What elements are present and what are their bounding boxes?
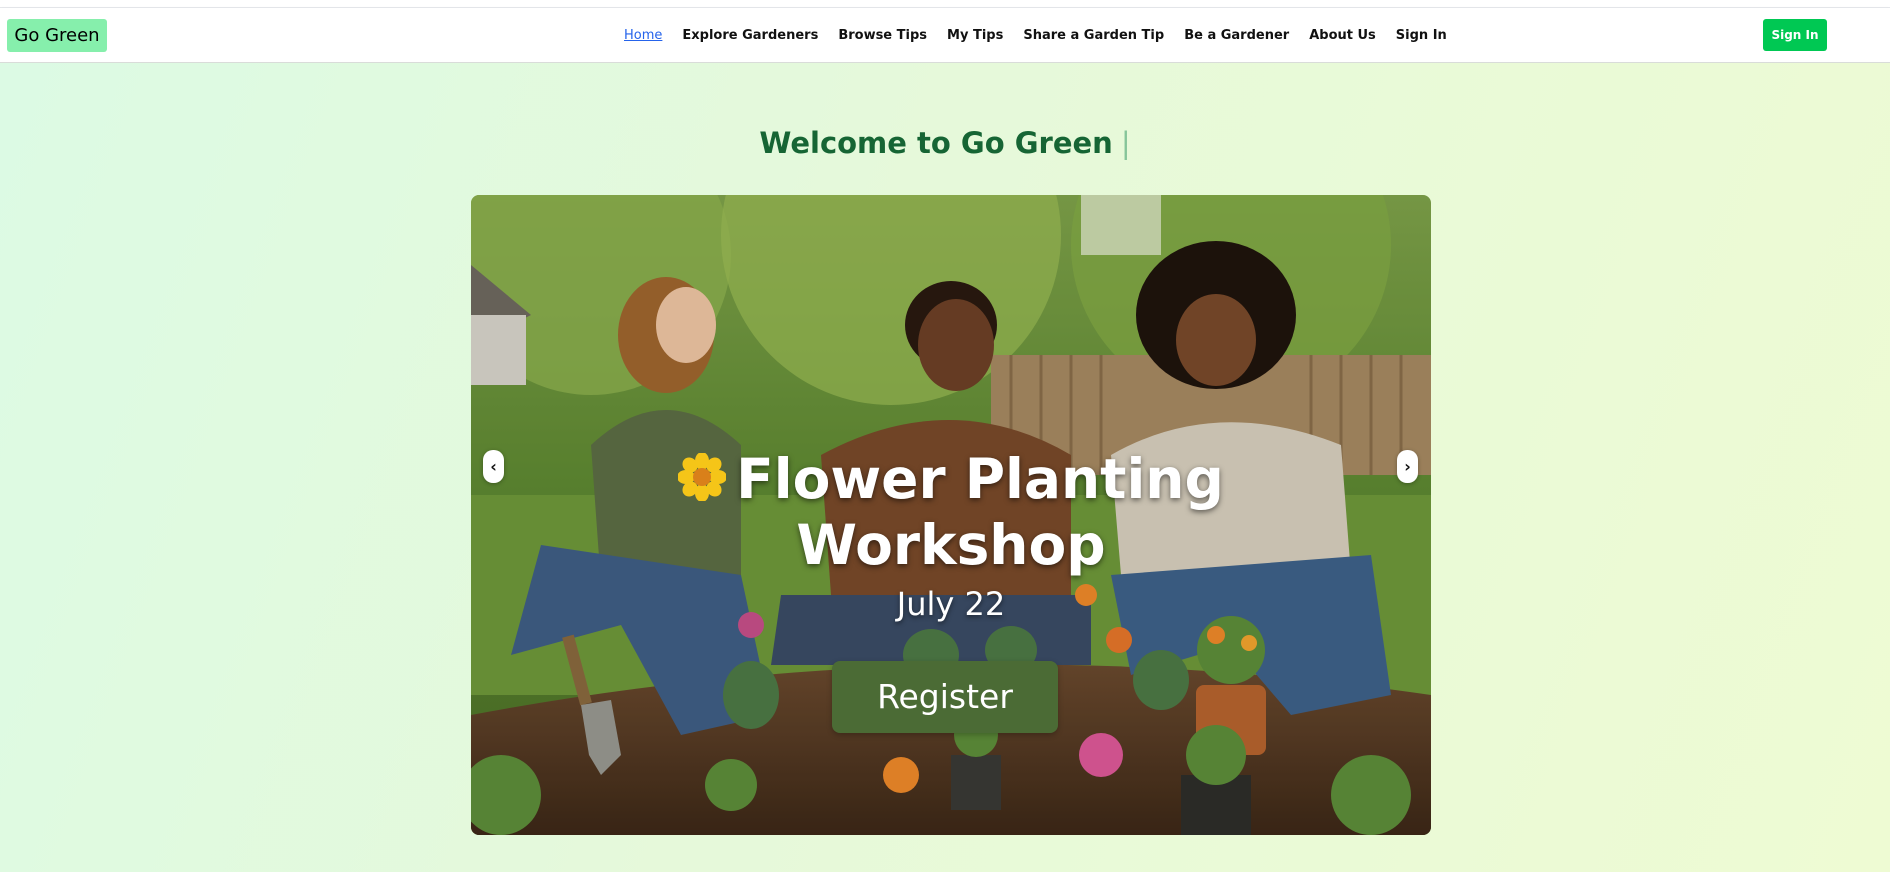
nav-link-share-a-garden-tip[interactable]: Share a Garden Tip: [1023, 28, 1164, 43]
slide-date: July 22: [896, 585, 1006, 623]
slide-title-line1: Flower Planting: [736, 447, 1224, 511]
hero-carousel-slide: Flower Planting Workshop July 22 Registe…: [471, 195, 1431, 835]
typewriter-cursor: |: [1120, 126, 1131, 160]
welcome-heading: Welcome to Go Green |: [0, 126, 1890, 160]
carousel-next-button[interactable]: ›: [1397, 450, 1418, 483]
flower-emoji-icon: [677, 451, 728, 514]
welcome-heading-text: Welcome to Go Green: [759, 126, 1113, 160]
nav-link-explore-gardeners[interactable]: Explore Gardeners: [682, 28, 818, 43]
logo[interactable]: Go Green: [7, 19, 107, 52]
slide-title: Flower Planting Workshop: [651, 448, 1251, 577]
nav-link-sign-in[interactable]: Sign In: [1396, 28, 1447, 43]
nav-link-home[interactable]: Home: [624, 28, 662, 43]
chevron-right-icon: ›: [1404, 457, 1411, 476]
chevron-left-icon: ‹: [490, 457, 497, 476]
nav-link-be-a-gardener[interactable]: Be a Gardener: [1184, 28, 1289, 43]
carousel-prev-button[interactable]: ‹: [483, 450, 504, 483]
nav-links: Home Explore Gardeners Browse Tips My Ti…: [624, 8, 1447, 62]
register-button[interactable]: Register: [832, 661, 1058, 733]
navbar: Go Green Home Explore Gardeners Browse T…: [0, 8, 1890, 63]
nav-link-my-tips[interactable]: My Tips: [947, 28, 1003, 43]
slide-title-line2: Workshop: [796, 513, 1106, 578]
signin-button[interactable]: Sign In: [1763, 19, 1827, 51]
browser-top-strip: [0, 0, 1890, 8]
nav-link-browse-tips[interactable]: Browse Tips: [838, 28, 927, 43]
nav-link-about-us[interactable]: About Us: [1309, 28, 1376, 43]
